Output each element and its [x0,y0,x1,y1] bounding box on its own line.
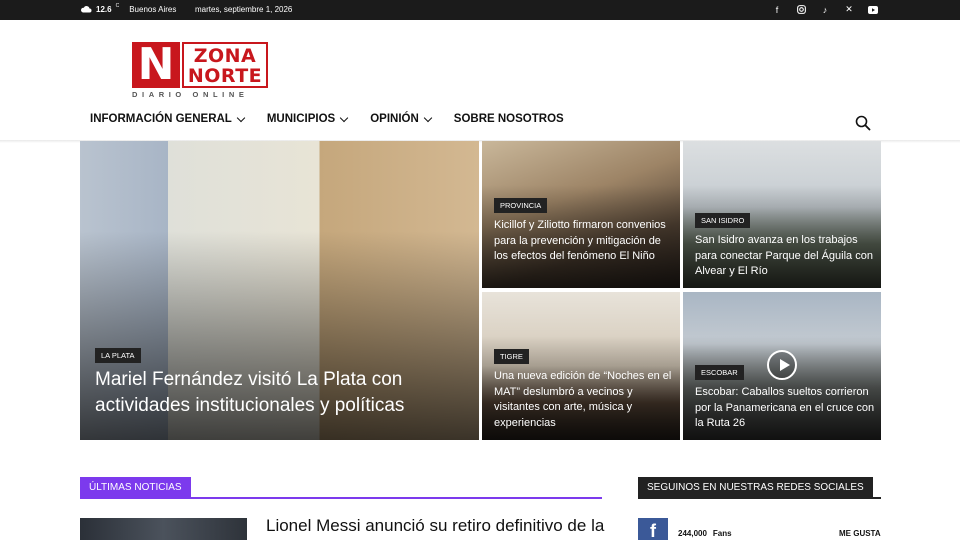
nav-item-municipios[interactable]: MUNICIPIOS [267,113,349,125]
category-badge[interactable]: LA PLATA [95,348,141,363]
article-thumbnail[interactable] [80,518,247,540]
nav-item-sobre-nosotros[interactable]: SOBRE NOSOTROS [454,113,564,125]
fans-label: Fans [712,529,732,538]
category-badge[interactable]: TIGRE [494,349,529,364]
chevron-down-icon [236,113,246,122]
weather-widget: 12.6 C Buenos Aires [80,3,177,14]
facebook-icon[interactable]: f [772,4,782,15]
facebook-icon[interactable]: f [638,518,668,541]
hero-article-5[interactable]: ESCOBAR Escobar: Caballos sueltos corrie… [683,292,881,440]
logo-tagline: DIARIO ONLINE [132,90,249,99]
category-badge[interactable]: ESCOBAR [695,365,744,380]
current-date: martes, septiembre 1, 2026 [195,5,293,14]
fans-count: 244,000 [678,529,707,538]
chevron-down-icon [339,113,349,122]
hero-article-3[interactable]: SAN ISIDRO San Isidro avanza en los trab… [683,141,881,288]
like-button[interactable]: ME GUSTA [839,529,881,538]
logo-wordmark: ZONA NORTE [182,42,268,88]
facebook-fans: 244,000 Fans [678,529,738,538]
site-logo[interactable]: N ZONA NORTE DIARIO ONLINE [132,42,270,100]
section-title: ÚLTIMAS NOTICIAS [80,477,191,497]
article-headline[interactable]: Lionel Messi anunció su retiro definitiv… [266,516,604,536]
chevron-down-icon [423,113,433,122]
latest-news-header: ÚLTIMAS NOTICIAS [80,477,602,499]
x-icon[interactable]: ✕ [844,4,854,15]
nav-item-informacion-general[interactable]: INFORMACIÓN GENERAL [90,113,246,125]
nav-item-opinion[interactable]: OPINIÓN [370,113,433,125]
article-title[interactable]: Mariel Fernández visitó La Plata con act… [95,367,455,419]
search-icon[interactable] [855,115,871,131]
cloud-icon [81,6,92,13]
logo-mark: N [132,42,180,88]
city-name: Buenos Aires [129,4,177,14]
youtube-icon[interactable] [868,4,878,15]
category-badge[interactable]: PROVINCIA [494,198,548,213]
hero-article-4[interactable]: TIGRE Una nueva edición de “Noches en el… [482,292,680,440]
article-title[interactable]: Una nueva edición de “Noches en el MAT” … [494,369,674,431]
main-nav: INFORMACIÓN GENERAL MUNICIPIOS OPINIÓN S… [90,113,587,125]
play-video-icon[interactable] [767,350,797,380]
temperature: 12.6 [96,4,112,14]
tiktok-icon[interactable]: ♪ [820,4,830,15]
hero-article-2[interactable]: PROVINCIA Kicillof y Ziliotto firmaron c… [482,141,680,288]
section-title: SEGUINOS EN NUESTRAS REDES SOCIALES [638,477,873,497]
social-section-header: SEGUINOS EN NUESTRAS REDES SOCIALES [638,477,881,499]
article-title[interactable]: Kicillof y Ziliotto firmaron convenios p… [494,218,674,265]
category-badge[interactable]: SAN ISIDRO [695,213,751,228]
top-bar: 12.6 C Buenos Aires martes, septiembre 1… [0,0,960,20]
instagram-icon[interactable] [796,4,806,15]
article-title[interactable]: Escobar: Caballos sueltos corrieron por … [695,385,877,432]
hero-article-main[interactable]: LA PLATA Mariel Fernández visitó La Plat… [80,141,479,440]
article-title[interactable]: San Isidro avanza en los trabajos para c… [695,233,877,280]
top-social-links: f ♪ ✕ [772,4,878,15]
temperature-unit: C [115,3,120,9]
